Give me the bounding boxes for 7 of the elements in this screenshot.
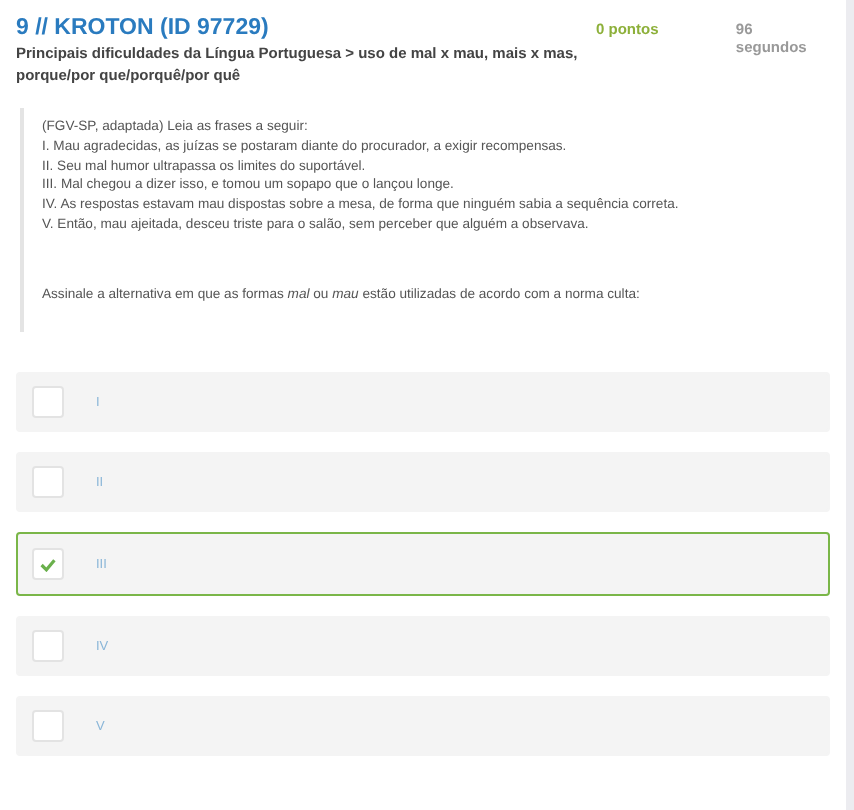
checkbox[interactable] <box>32 630 64 662</box>
checkbox[interactable] <box>32 710 64 742</box>
check-icon <box>40 557 56 571</box>
checkbox[interactable] <box>32 466 64 498</box>
question-title: 9 // KROTON (ID 97729) <box>16 14 271 42</box>
checkbox[interactable] <box>32 386 64 418</box>
checkbox[interactable] <box>32 548 64 580</box>
